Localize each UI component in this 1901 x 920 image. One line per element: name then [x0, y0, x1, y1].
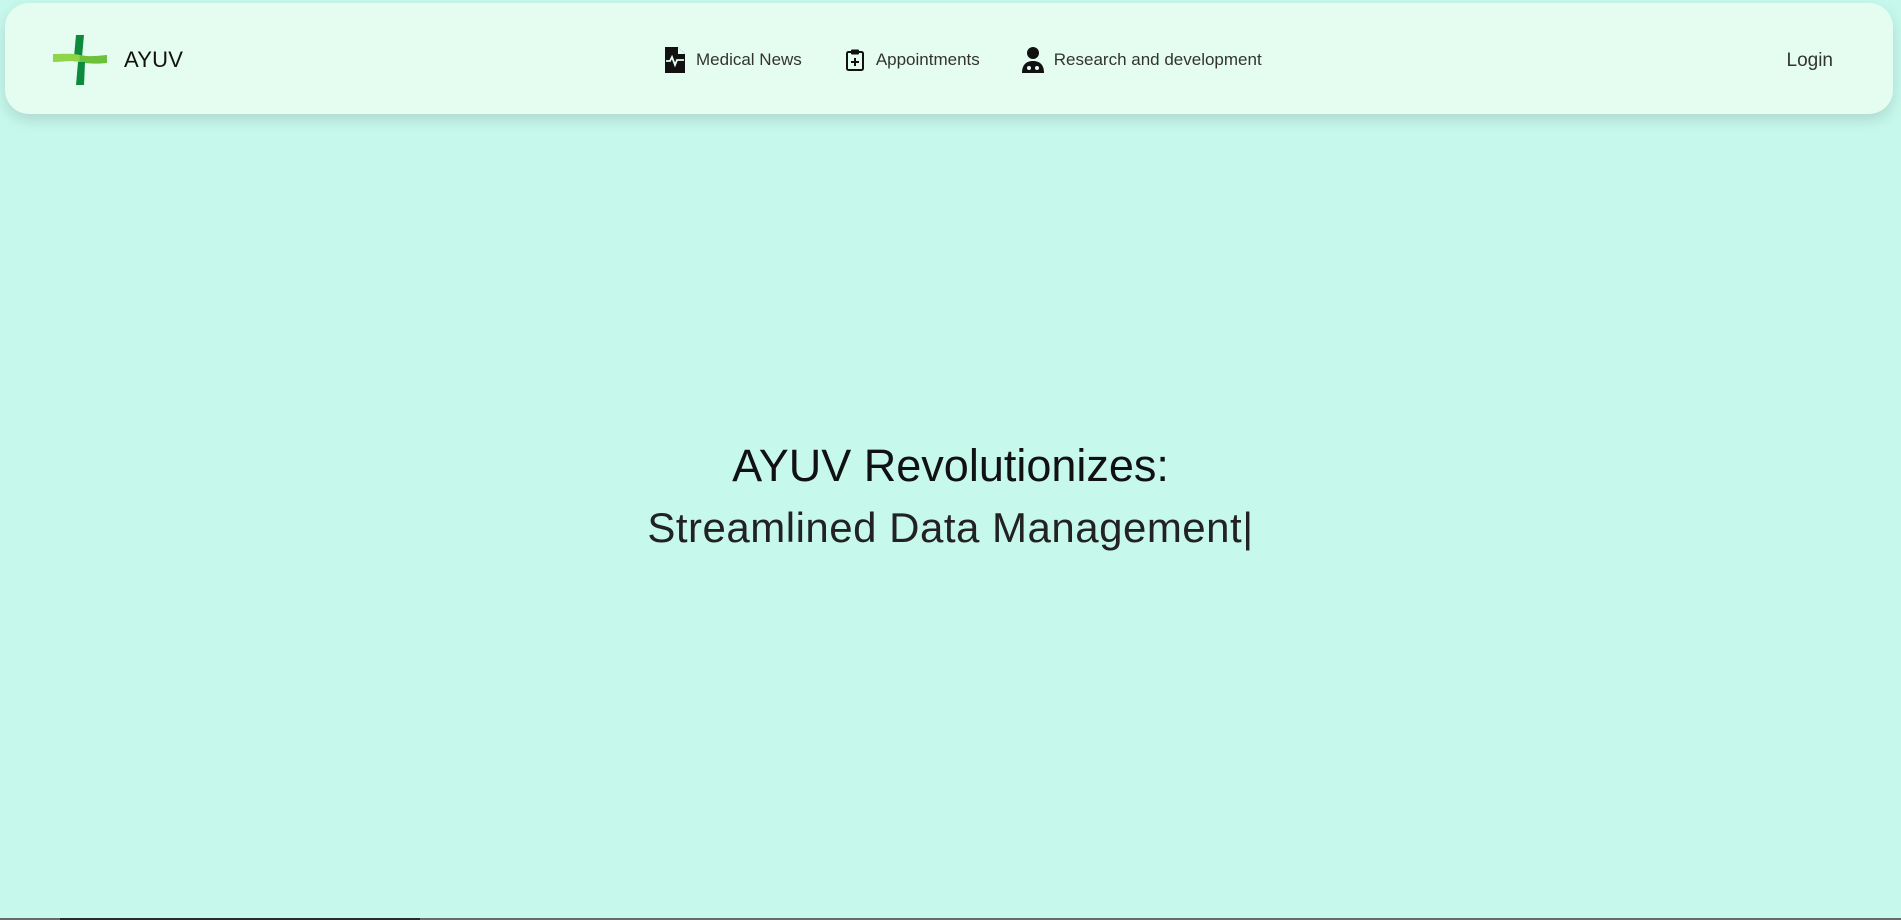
main-nav: Medical News Appointments Research and d… — [662, 46, 1262, 74]
nav-item-label: Research and development — [1053, 50, 1262, 69]
hero-title: AYUV Revolutionizes: — [732, 440, 1169, 491]
nav-item-research[interactable]: Research and development — [1020, 46, 1262, 74]
medical-file-icon — [662, 46, 688, 74]
green-cross-logo-icon — [53, 35, 107, 85]
doctor-icon — [1020, 46, 1046, 74]
brand[interactable]: AYUV — [53, 35, 183, 85]
nav-item-appointments[interactable]: Appointments — [842, 46, 980, 74]
hero-typing-subtitle: Streamlined Data Management| — [647, 504, 1254, 551]
clipboard-plus-icon — [842, 46, 868, 74]
nav-item-medical-news[interactable]: Medical News — [662, 46, 802, 74]
nav-item-label: Medical News — [696, 50, 802, 69]
top-navbar: AYUV Medical News Appointments Research … — [5, 3, 1893, 114]
brand-name: AYUV — [124, 47, 184, 72]
login-link[interactable]: Login — [1787, 50, 1834, 72]
page: AYUV Medical News Appointments Research … — [0, 0, 1901, 920]
hero-section: AYUV Revolutionizes: Streamlined Data Ma… — [0, 438, 1901, 556]
nav-item-label: Appointments — [875, 50, 980, 69]
